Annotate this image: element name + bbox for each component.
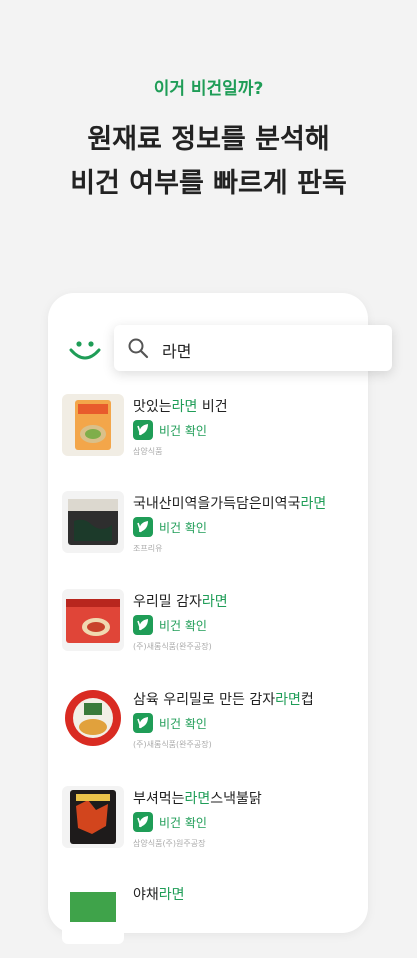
list-item[interactable]: 삼육 우리밀로 만든 감자라면컵 비건 확인 (주)새롬식품(완주공장) bbox=[60, 683, 360, 763]
vegan-badge-label: 비건 확인 bbox=[159, 619, 207, 633]
manufacturer: (주)새롬식품(완주공장) bbox=[133, 740, 212, 749]
vegan-badge-label: 비건 확인 bbox=[159, 717, 207, 731]
product-name: 맛있는라면 비건 bbox=[133, 399, 228, 415]
product-name: 부셔먹는라면스낵불닭 bbox=[133, 791, 262, 807]
leaf-icon bbox=[133, 713, 153, 733]
vegan-badge-label: 비건 확인 bbox=[159, 521, 207, 535]
product-thumbnail bbox=[62, 589, 124, 651]
eyebrow-title: 이거 비건일까? bbox=[153, 79, 264, 99]
product-name: 삼육 우리밀로 만든 감자라면컵 bbox=[133, 692, 314, 708]
manufacturer: (주)새롬식품(완주공장) bbox=[133, 642, 212, 651]
smile-logo-icon bbox=[69, 341, 101, 360]
search-query[interactable]: 라면 bbox=[162, 338, 191, 362]
headline-line-2: 비건 여부를 빠르게 판독 bbox=[70, 168, 347, 199]
list-item[interactable]: 우리밀 감자라면 비건 확인 (주)새롬식품(완주공장) bbox=[60, 585, 360, 665]
list-item[interactable]: 부셔먹는라면스낵불닭 비건 확인 삼양식품(주)원주공장 bbox=[60, 782, 360, 862]
product-thumbnail bbox=[62, 882, 124, 944]
leaf-icon bbox=[133, 812, 153, 832]
search-icon[interactable] bbox=[127, 337, 149, 359]
leaf-icon bbox=[133, 615, 153, 635]
manufacturer: 삼양식품 bbox=[133, 447, 163, 456]
leaf-icon bbox=[133, 420, 153, 440]
product-thumbnail bbox=[62, 394, 124, 456]
list-item[interactable]: 국내산미역을가득담은미역국라면 비건 확인 조프리유 bbox=[60, 487, 360, 567]
manufacturer: 삼양식품(주)원주공장 bbox=[133, 839, 206, 848]
headline: 원재료 정보를 분석해 비건 여부를 빠르게 판독 bbox=[0, 118, 417, 206]
headline-line-1: 원재료 정보를 분석해 bbox=[87, 124, 330, 155]
product-name: 국내산미역을가득담은미역국라면 bbox=[133, 496, 327, 512]
vegan-badge-label: 비건 확인 bbox=[159, 424, 207, 438]
manufacturer: 조프리유 bbox=[133, 544, 163, 553]
product-thumbnail bbox=[62, 687, 124, 749]
search-bar[interactable]: 라면 bbox=[114, 325, 392, 371]
list-item[interactable]: 맛있는라면 비건 비건 확인 삼양식품 bbox=[60, 390, 360, 470]
product-thumbnail bbox=[62, 491, 124, 553]
product-name: 야채라면 bbox=[133, 887, 185, 903]
leaf-icon bbox=[133, 517, 153, 537]
product-name: 우리밀 감자라면 bbox=[133, 594, 228, 610]
product-thumbnail bbox=[62, 786, 124, 848]
vegan-badge-label: 비건 확인 bbox=[159, 816, 207, 830]
list-item[interactable]: 야채라면 bbox=[60, 878, 360, 958]
